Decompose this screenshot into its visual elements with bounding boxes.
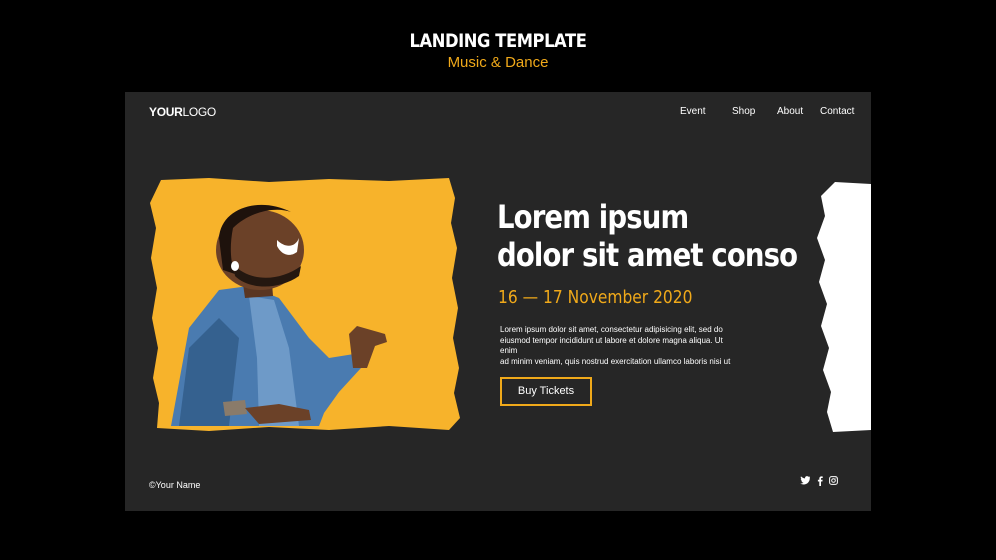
footer-copyright: ©Your Name [149,480,201,490]
landing-card: YOURLOGO Event Shop About Contact Lorem … [125,92,871,511]
headline-line-1: Lorem ipsum [497,198,689,236]
twitter-icon[interactable] [800,476,811,488]
torn-paper-decoration [817,182,871,432]
hero-description: Lorem ipsum dolor sit amet, consectetur … [500,325,740,367]
earbud [231,261,239,271]
instagram-icon[interactable] [829,476,838,488]
headline-line-2: dolor sit amet conso [497,236,798,274]
logo-light: LOGO [182,105,216,119]
hero-photo [149,178,465,434]
logo-bold: YOUR [149,105,183,119]
description-line-1: Lorem ipsum dolor sit amet, consectetur … [500,325,723,334]
description-line-3: ad minim veniam, quis nostrud exercitati… [500,356,731,366]
logo[interactable]: YOURLOGO [149,105,216,119]
hero-headline: Lorem ipsum dolor sit amet conso [497,198,798,274]
description-line-2: eiusmod tempor incididunt ut labore et d… [500,335,723,356]
buy-tickets-button[interactable]: Buy Tickets [500,377,592,406]
nav-item-event[interactable]: Event [680,106,706,117]
banner-subtitle: Music & Dance [447,54,549,71]
facebook-icon[interactable] [817,476,823,489]
nav-item-shop[interactable]: Shop [732,106,755,117]
banner-title: LANDING TEMPLATE [409,30,587,52]
nav-item-contact[interactable]: Contact [820,106,854,117]
event-date: 16 — 17 November 2020 [498,287,693,308]
nav-item-about[interactable]: About [777,106,803,117]
watch [223,400,247,416]
